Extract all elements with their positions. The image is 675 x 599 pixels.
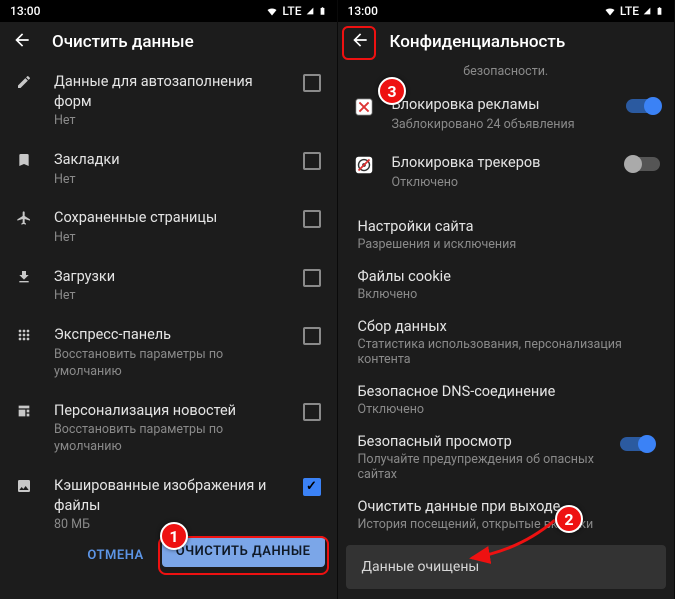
status-bar: 13:00 LTE: [0, 0, 337, 22]
privacy-list[interactable]: безопасности. Блокировка рекламы Заблокир…: [338, 62, 675, 599]
item-title: Сбор данных: [358, 318, 655, 335]
list-item[interactable]: Данные для автозаполнения форм Нет: [0, 62, 337, 140]
item-sub: Статистика использования, персонализация…: [358, 337, 655, 367]
pencil-icon: [14, 74, 34, 90]
status-icons: LTE: [266, 4, 326, 18]
list-item[interactable]: Закладки Нет: [0, 140, 337, 198]
checkbox[interactable]: [303, 210, 323, 230]
screen-clear-data: 13:00 LTE Очистить данные Данные для авт…: [0, 0, 338, 599]
item-title: Безопасное DNS-соединение: [358, 383, 655, 400]
battery-icon: [318, 5, 327, 17]
checkbox[interactable]: [303, 327, 323, 347]
setting-row-clear-on-exit[interactable]: Очистить данные при выходе История посеще…: [338, 490, 675, 540]
setting-row[interactable]: Настройки сайта Разрешения и исключения: [338, 210, 675, 260]
item-sub: Включено: [358, 287, 655, 302]
item-sub: Восстановить параметры по умолчанию: [54, 347, 283, 381]
adblock-icon: [352, 95, 376, 119]
toggle-switch[interactable]: [620, 437, 654, 451]
screen-privacy: 13:00 LTE Конфиденциальность безопасност…: [338, 0, 675, 599]
item-sub: Получайте предупреждения об опасных сайт…: [358, 452, 611, 482]
item-title: Блокировка трекеров: [392, 153, 611, 173]
status-time: 13:00: [348, 4, 378, 18]
checkbox[interactable]: [303, 74, 323, 94]
item-sub: Нет: [54, 230, 283, 247]
list-item[interactable]: Экспресс-панельВосстановить параметры по…: [0, 315, 337, 390]
item-sub: Заблокировано 24 объявления: [392, 117, 611, 134]
list-item[interactable]: Персонализация новостейВосстановить пара…: [0, 391, 337, 466]
list-item[interactable]: ЗагрузкиНет: [0, 257, 337, 315]
checkbox[interactable]: [303, 269, 323, 289]
signal-icon: [306, 5, 314, 17]
page-title: Конфиденциальность: [390, 32, 566, 52]
item-sub: История посещений, открытые вкладки: [358, 517, 655, 532]
plane-icon: [14, 210, 34, 226]
item-sub: Отключено: [358, 402, 655, 417]
clear-data-button[interactable]: ОЧИСТИТЬ ДАННЫЕ: [162, 536, 325, 567]
setting-row-trackers[interactable]: Блокировка трекеров Отключено: [338, 143, 675, 201]
item-title: Закладки: [54, 150, 283, 170]
clear-data-list[interactable]: Данные для автозаполнения форм Нет Заклад…: [0, 62, 337, 528]
cancel-button[interactable]: ОТМЕНА: [75, 540, 155, 571]
back-arrow-icon[interactable]: [350, 30, 370, 55]
news-icon: [14, 403, 34, 419]
setting-row[interactable]: Файлы cookie Включено: [338, 260, 675, 310]
checkbox[interactable]: [303, 152, 323, 172]
item-title: Файлы cookie: [358, 268, 655, 285]
battery-icon: [655, 5, 664, 17]
status-icons: LTE: [604, 4, 664, 18]
item-title: Безопасный просмотр: [358, 433, 611, 450]
trackblock-icon: [352, 153, 376, 177]
status-network: LTE: [620, 4, 639, 18]
topbar: Очистить данные: [0, 22, 337, 62]
item-sub: Разрешения и исключения: [358, 237, 655, 252]
item-title: Настройки сайта: [358, 218, 655, 235]
list-item[interactable]: Кэшированные изображения и файлы 80 МБ ✓: [0, 466, 337, 528]
setting-row-adblock[interactable]: Блокировка рекламы Заблокировано 24 объяв…: [338, 85, 675, 143]
setting-row-secure-browse[interactable]: Безопасный просмотр Получайте предупрежде…: [338, 425, 675, 490]
toggle-switch[interactable]: [626, 99, 660, 113]
truncated-sub: безопасности.: [338, 62, 675, 85]
item-title: Очистить данные при выходе: [358, 498, 655, 515]
setting-row[interactable]: Безопасное DNS-соединение Отключено: [338, 375, 675, 425]
item-sub: Нет: [54, 172, 283, 189]
checkbox[interactable]: [303, 403, 323, 423]
download-icon: [14, 269, 34, 285]
page-title: Очистить данные: [52, 32, 194, 52]
checkbox[interactable]: ✓: [303, 478, 323, 498]
item-title: Кэшированные изображения и файлы: [54, 476, 283, 515]
item-title: Сохраненные страницы: [54, 208, 283, 228]
image-icon: [14, 478, 34, 494]
item-title: Загрузки: [54, 267, 283, 287]
item-title: Данные для автозаполнения форм: [54, 72, 283, 111]
item-title: Персонализация новостей: [54, 401, 283, 421]
dialog-actions: ОТМЕНА ОЧИСТИТЬ ДАННЫЕ: [0, 528, 337, 599]
grid-icon: [14, 327, 34, 343]
toast-message: Данные очищены: [346, 545, 667, 589]
item-sub: Отключено: [392, 175, 611, 192]
toggle-switch[interactable]: [626, 157, 660, 171]
status-time: 13:00: [10, 4, 40, 18]
item-sub: Нет: [54, 288, 283, 305]
bookmark-icon: [14, 152, 34, 168]
item-sub: Нет: [54, 113, 283, 130]
setting-row[interactable]: Сбор данных Статистика использования, пер…: [338, 310, 675, 375]
item-sub: 80 МБ: [54, 517, 283, 528]
list-item[interactable]: Сохраненные страницы Нет: [0, 198, 337, 256]
back-arrow-icon[interactable]: [12, 30, 32, 55]
wifi-icon: [604, 5, 616, 17]
wifi-icon: [266, 5, 278, 17]
item-title: Блокировка рекламы: [392, 95, 611, 115]
status-bar: 13:00 LTE: [338, 0, 675, 22]
item-sub: Восстановить параметры по умолчанию: [54, 422, 283, 456]
topbar: Конфиденциальность: [338, 22, 675, 62]
signal-icon: [643, 5, 651, 17]
item-title: Экспресс-панель: [54, 325, 283, 345]
status-network: LTE: [282, 4, 301, 18]
